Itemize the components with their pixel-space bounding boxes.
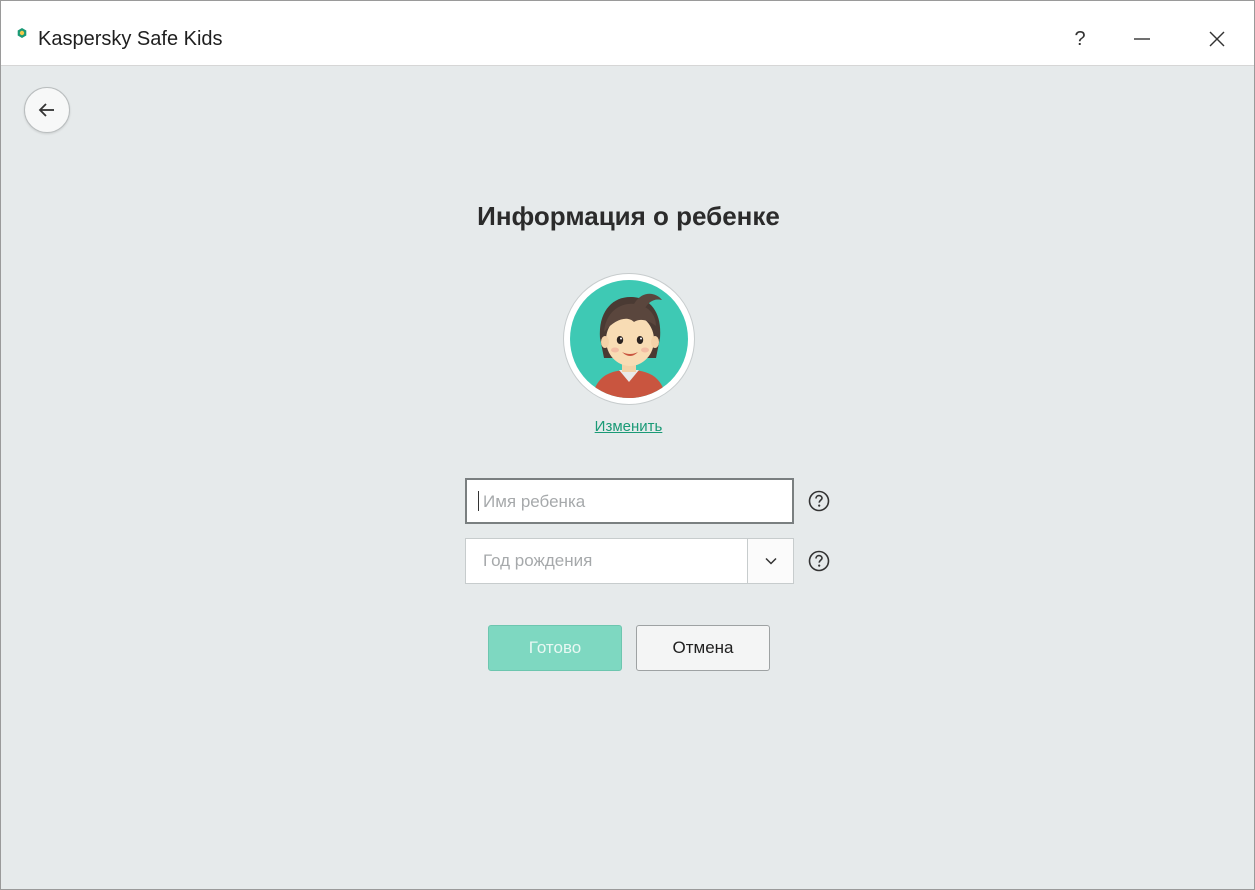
name-help-icon[interactable] (808, 490, 830, 512)
app-window: Kaspersky Safe Kids ? Информация о ребен… (0, 0, 1255, 890)
arrow-left-icon (38, 103, 54, 117)
child-avatar-icon (570, 280, 688, 398)
cancel-button[interactable]: Отмена (636, 625, 770, 671)
help-button[interactable]: ? (1060, 19, 1100, 59)
back-button[interactable] (24, 87, 70, 133)
close-icon (1209, 31, 1225, 47)
chevron-down-icon (764, 557, 777, 565)
minimize-icon (1134, 38, 1150, 40)
text-caret (478, 491, 479, 511)
birth-year-dropdown-button[interactable] (747, 539, 793, 583)
child-name-input[interactable]: Имя ребенка (465, 478, 794, 524)
child-name-placeholder: Имя ребенка (483, 492, 586, 511)
year-help-icon[interactable] (808, 550, 830, 572)
done-button[interactable]: Готово (488, 625, 622, 671)
close-button[interactable] (1197, 19, 1237, 59)
child-avatar[interactable] (563, 273, 695, 405)
change-avatar-link[interactable]: Изменить (1, 418, 1255, 435)
birth-year-select[interactable]: Год рождения (465, 538, 794, 584)
birth-year-placeholder: Год рождения (483, 551, 593, 570)
title-bar: Kaspersky Safe Kids ? (1, 1, 1254, 66)
minimize-button[interactable] (1122, 19, 1162, 59)
page-title: Информация о ребенке (477, 201, 780, 231)
app-title: Kaspersky Safe Kids (38, 28, 223, 50)
help-icon: ? (1074, 27, 1086, 50)
kaspersky-logo-icon (17, 28, 27, 38)
